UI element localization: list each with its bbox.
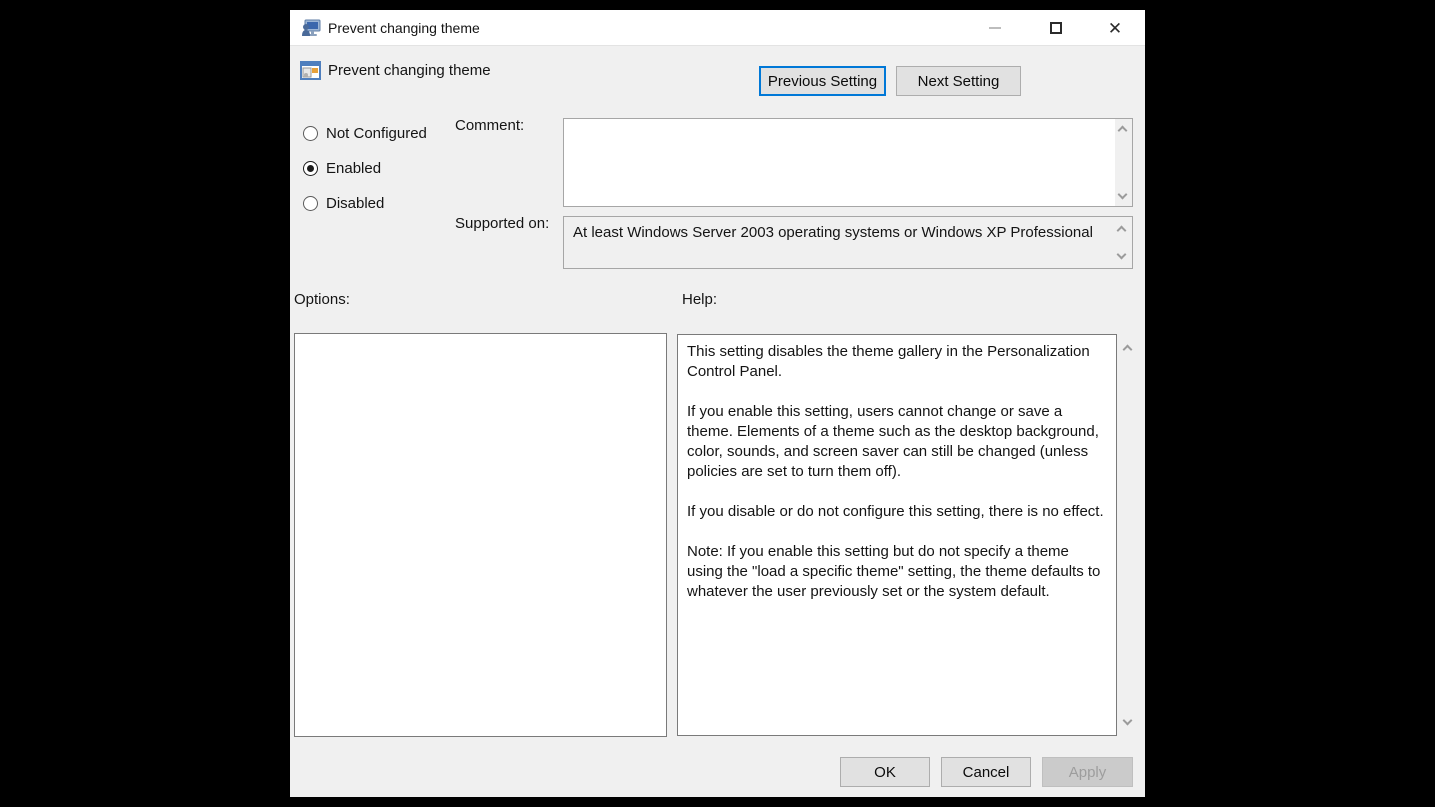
chevron-up-icon[interactable] (1117, 226, 1127, 236)
help-paragraph: This setting disables the theme gallery … (687, 342, 1107, 382)
supported-on-value: At least Windows Server 2003 operating s… (573, 224, 1108, 241)
options-panel (294, 333, 667, 737)
options-label: Options: (294, 291, 350, 308)
chevron-down-icon[interactable] (1117, 250, 1127, 260)
radio-disabled[interactable]: Disabled (303, 193, 384, 213)
close-icon: ✕ (1108, 20, 1122, 37)
radio-circle-icon (303, 196, 318, 211)
radio-not-configured[interactable]: Not Configured (303, 123, 427, 143)
policy-setting-dialog: Prevent changing theme ✕ Prevent changin… (290, 10, 1145, 797)
radio-circle-icon (303, 126, 318, 141)
radio-label: Enabled (326, 160, 381, 177)
maximize-icon (1050, 22, 1062, 34)
cancel-button[interactable]: Cancel (941, 757, 1031, 787)
radio-circle-icon (303, 161, 318, 176)
help-label: Help: (682, 291, 717, 308)
close-button[interactable]: ✕ (1092, 10, 1138, 46)
apply-button: Apply (1042, 757, 1133, 787)
window-title: Prevent changing theme (328, 10, 480, 46)
comment-input[interactable] (563, 118, 1133, 207)
radio-label: Disabled (326, 195, 384, 212)
help-paragraph: Note: If you enable this setting but do … (687, 542, 1107, 602)
desktop-background: Prevent changing theme ✕ Prevent changin… (0, 0, 1435, 807)
radio-enabled[interactable]: Enabled (303, 158, 381, 178)
help-text-panel[interactable]: This setting disables the theme gallery … (677, 334, 1117, 736)
previous-setting-button[interactable]: Previous Setting (759, 66, 886, 96)
minimize-icon (989, 27, 1001, 29)
minimize-button[interactable] (972, 10, 1018, 46)
comment-scrollbar[interactable] (1115, 119, 1132, 206)
help-paragraph: If you enable this setting, users cannot… (687, 402, 1107, 482)
titlebar[interactable]: Prevent changing theme ✕ (290, 10, 1145, 46)
help-paragraph: If you disable or do not configure this … (687, 502, 1107, 522)
supported-on-field: At least Windows Server 2003 operating s… (563, 216, 1133, 269)
radio-label: Not Configured (326, 125, 427, 142)
chevron-up-icon[interactable] (1118, 126, 1128, 136)
ok-button[interactable]: OK (840, 757, 930, 787)
supported-on-label: Supported on: (455, 215, 549, 232)
comment-label: Comment: (455, 117, 524, 134)
chevron-up-icon[interactable] (1123, 345, 1133, 355)
help-scrollbar[interactable] (1121, 334, 1136, 736)
policy-setting-icon (300, 60, 321, 81)
chevron-down-icon[interactable] (1123, 716, 1133, 726)
chevron-down-icon[interactable] (1118, 190, 1128, 200)
next-setting-button[interactable]: Next Setting (896, 66, 1021, 96)
maximize-button[interactable] (1033, 10, 1079, 46)
setting-name: Prevent changing theme (328, 62, 491, 79)
policy-monitor-user-icon (301, 18, 321, 38)
